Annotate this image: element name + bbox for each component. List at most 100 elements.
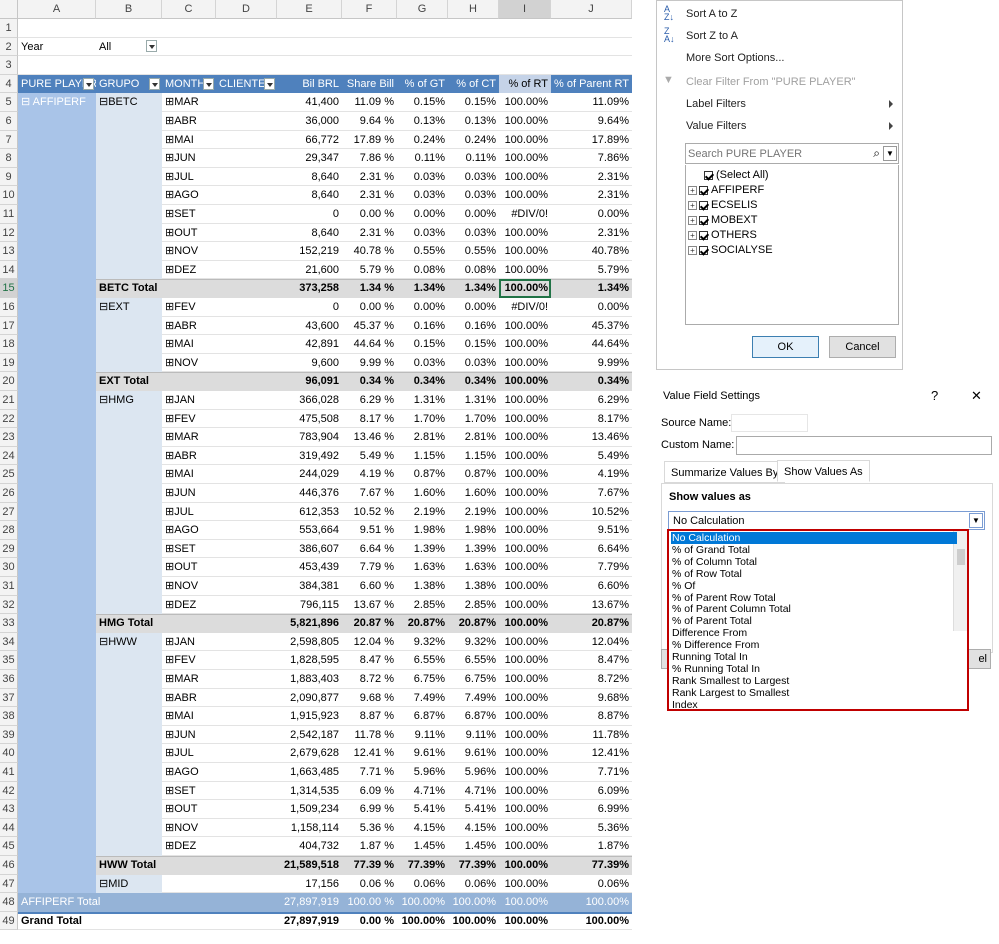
cell-e[interactable]: 475,508: [277, 410, 342, 429]
cell-g[interactable]: 0.06%: [397, 875, 448, 894]
cell-g[interactable]: 1.98%: [397, 521, 448, 540]
cell-e[interactable]: 96,091: [277, 372, 342, 391]
cell-i[interactable]: 100.00%: [499, 354, 551, 373]
header-bil-brl[interactable]: Bil BRL: [277, 75, 342, 93]
cell-e[interactable]: 612,353: [277, 503, 342, 522]
month-label[interactable]: ⊞JAN: [162, 633, 198, 652]
cell-i[interactable]: 100.00%: [499, 149, 551, 168]
cell-g[interactable]: 4.15%: [397, 819, 448, 838]
cell-j[interactable]: 0.00%: [551, 298, 632, 317]
cell-i[interactable]: 100.00%: [499, 391, 551, 410]
month-label[interactable]: ⊞MAI: [162, 335, 197, 354]
row-header-29[interactable]: 29: [0, 539, 18, 559]
cell-e[interactable]: 66,772: [277, 131, 342, 150]
month-label[interactable]: ⊞MAI: [162, 707, 197, 726]
row-header-16[interactable]: 16: [0, 298, 18, 317]
month-label[interactable]: ⊞OUT: [162, 224, 200, 243]
cell-h[interactable]: 0.06%: [448, 875, 499, 894]
cell-f[interactable]: 9.64 %: [342, 112, 397, 131]
cell-j[interactable]: 7.79%: [551, 558, 632, 577]
cell-e[interactable]: 373,258: [277, 279, 342, 298]
cell-h[interactable]: 0.03%: [448, 168, 499, 187]
cell-h[interactable]: 4.15%: [448, 819, 499, 838]
month-label[interactable]: ⊞JAN: [162, 391, 198, 410]
list-option[interactable]: % of Parent Column Total: [671, 603, 957, 615]
list-option[interactable]: No Calculation: [671, 532, 957, 544]
cell-g[interactable]: 9.32%: [397, 633, 448, 652]
cell-f[interactable]: 8.47 %: [342, 651, 397, 670]
month-label[interactable]: ⊞ABR: [162, 689, 200, 708]
cell-g[interactable]: 1.31%: [397, 391, 448, 410]
cell-e[interactable]: 386,607: [277, 540, 342, 559]
cell-f[interactable]: 77.39 %: [342, 856, 397, 875]
cell-i[interactable]: 100.00%: [499, 131, 551, 150]
grand-total-e[interactable]: 27,897,919: [277, 912, 342, 931]
column-header-f[interactable]: F: [342, 0, 397, 19]
pp-total-f[interactable]: 100.00 %: [342, 893, 397, 912]
month-label[interactable]: ⊞OUT: [162, 800, 200, 819]
cell-j[interactable]: 6.99%: [551, 800, 632, 819]
cell-i[interactable]: 100.00%: [499, 577, 551, 596]
cell-i[interactable]: 100.00%: [499, 633, 551, 652]
row-header-6[interactable]: 6: [0, 112, 18, 131]
cell-h[interactable]: 2.19%: [448, 503, 499, 522]
cell-g[interactable]: 2.81%: [397, 428, 448, 447]
group-label[interactable]: ⊟HWW: [96, 633, 140, 652]
pp-total-h[interactable]: 100.00%: [448, 893, 499, 912]
cell-h[interactable]: 0.15%: [448, 93, 499, 112]
row-header-4[interactable]: 4: [0, 74, 18, 94]
cell-j[interactable]: 9.64%: [551, 112, 632, 131]
value-filters[interactable]: Value Filters: [686, 117, 746, 135]
cell-f[interactable]: 11.09 %: [342, 93, 397, 112]
cell-h[interactable]: 0.03%: [448, 354, 499, 373]
cell-g[interactable]: 0.03%: [397, 224, 448, 243]
expand-icon[interactable]: +: [688, 245, 697, 255]
cell-e[interactable]: 404,732: [277, 837, 342, 856]
list-option[interactable]: % of Grand Total: [671, 544, 957, 556]
cell-f[interactable]: 11.78 %: [342, 726, 397, 745]
checkbox-icon[interactable]: [699, 200, 708, 210]
cell-h[interactable]: 1.39%: [448, 540, 499, 559]
cell-j[interactable]: 6.09%: [551, 782, 632, 801]
cell-j[interactable]: 11.78%: [551, 726, 632, 745]
month-label[interactable]: ⊞JUN: [162, 149, 199, 168]
month-label[interactable]: ⊞MAI: [162, 131, 197, 150]
cell-j[interactable]: 4.19%: [551, 465, 632, 484]
cell-j[interactable]: 2.31%: [551, 168, 632, 187]
cell-f[interactable]: 2.31 %: [342, 186, 397, 205]
header--of-gt[interactable]: % of GT: [397, 75, 448, 93]
cell-f[interactable]: 13.46 %: [342, 428, 397, 447]
cell-f[interactable]: 20.87 %: [342, 614, 397, 633]
month-label[interactable]: ⊞FEV: [162, 410, 199, 429]
cell-h[interactable]: 0.13%: [448, 112, 499, 131]
cell-f[interactable]: 0.06 %: [342, 875, 397, 894]
row-header-42[interactable]: 42: [0, 781, 18, 801]
cell-g[interactable]: 5.41%: [397, 800, 448, 819]
month-label[interactable]: ⊞SET: [162, 782, 199, 801]
cell-f[interactable]: 2.31 %: [342, 224, 397, 243]
spreadsheet[interactable]: A B C D E F G H I J 1 2 3 4 5 6 7 8 9 10 11 12 13 14 15 16 17 18 19 2…: [0, 0, 632, 944]
cell-i[interactable]: 100.00%: [499, 651, 551, 670]
cell-g[interactable]: 1.34%: [397, 279, 448, 298]
cell-i[interactable]: 100.00%: [499, 782, 551, 801]
cell-g[interactable]: 9.11%: [397, 726, 448, 745]
more-sort-options[interactable]: More Sort Options...: [686, 49, 784, 67]
cell-f[interactable]: 6.60 %: [342, 577, 397, 596]
cell-h[interactable]: 0.08%: [448, 261, 499, 280]
cell-g[interactable]: 1.70%: [397, 410, 448, 429]
cell-h[interactable]: 1.15%: [448, 447, 499, 466]
cell-e[interactable]: 152,219: [277, 242, 342, 261]
row-header-28[interactable]: 28: [0, 521, 18, 540]
cell-e[interactable]: 43,600: [277, 317, 342, 336]
cell-f[interactable]: 8.72 %: [342, 670, 397, 689]
cell-h[interactable]: 1.70%: [448, 410, 499, 429]
group-label[interactable]: ⊟MID: [96, 875, 131, 894]
cell-h[interactable]: 9.11%: [448, 726, 499, 745]
cell-h[interactable]: 6.87%: [448, 707, 499, 726]
close-icon[interactable]: ✕: [971, 388, 982, 404]
cell-i[interactable]: 100.00%: [499, 800, 551, 819]
cell-e[interactable]: 9,600: [277, 354, 342, 373]
cell-i[interactable]: 100.00%: [499, 540, 551, 559]
row-header-24[interactable]: 24: [0, 446, 18, 466]
cell-j[interactable]: 7.67%: [551, 484, 632, 503]
